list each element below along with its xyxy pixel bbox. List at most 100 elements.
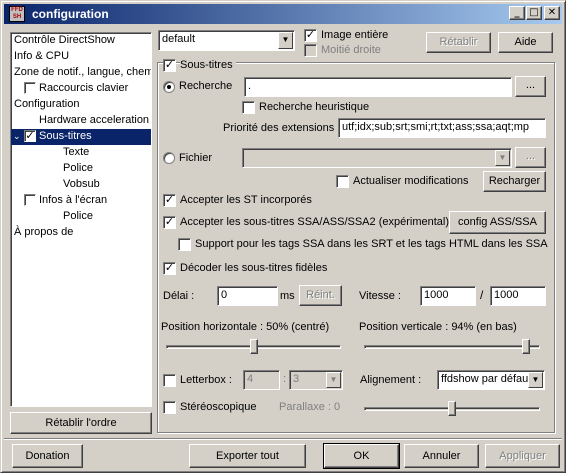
priority-extensions-input[interactable]: utf;idx;sub;srt;smi;rt;txt;ass;ssa;aqt;m… xyxy=(338,118,546,138)
parallaxe-label: Parallaxe : 0 xyxy=(279,401,341,413)
settings-tree[interactable]: Contrôle DirectShow Info & CPU Zone de n… xyxy=(10,32,152,407)
tree-item-texte[interactable]: Texte xyxy=(63,145,89,160)
letterbox-b-combo: 3 ▼ xyxy=(289,370,343,390)
moitie-droite-checkbox xyxy=(304,44,317,57)
decode-faithful-checkbox[interactable]: ✓ xyxy=(163,262,176,275)
support-tags-label: Support pour les tags SSA dans les SRT e… xyxy=(195,238,548,250)
exporter-tout-button[interactable]: Exporter tout xyxy=(189,444,306,468)
stereo-checkbox[interactable] xyxy=(163,401,176,414)
letterbox-a-value: 4 xyxy=(247,373,254,385)
alignement-combo[interactable]: ffdshow par défaut ▼ xyxy=(437,370,545,390)
priority-extensions-value: utf;idx;sub;srt;smi;rt;txt;ass;ssa;aqt;m… xyxy=(342,121,530,133)
alignement-value: ffdshow par défaut xyxy=(441,373,529,385)
accept-embedded-label: Accepter les ST incorporés xyxy=(180,194,312,206)
accept-embedded-checkbox[interactable]: ✓ xyxy=(163,194,176,207)
support-tags-checkbox[interactable] xyxy=(178,238,191,251)
recherche-radio[interactable] xyxy=(163,81,175,93)
recherche-browse-button[interactable]: ... xyxy=(515,76,546,97)
ffdshow-app-icon: FFD SH xyxy=(9,6,25,22)
reinit-button: Réint. xyxy=(299,285,342,306)
config-ssa-button[interactable]: config ASS/SSA xyxy=(449,211,546,234)
sous-titres-enable-checkbox[interactable]: ✓ xyxy=(163,59,176,72)
pos-v-label: Position verticale : 94% (en bas) xyxy=(359,321,517,333)
pos-h-label: Position horizontale : 50% (centré) xyxy=(161,321,330,333)
letterbox-a-input: 4 xyxy=(243,370,280,390)
accept-ssa-label: Accepter les sous-titres SSA/ASS/SSA2 (e… xyxy=(180,216,449,228)
letterbox-b-value: 3 xyxy=(293,373,300,385)
tree-item-vobsub[interactable]: Vobsub xyxy=(63,177,100,192)
recherche-path-input[interactable]: . xyxy=(244,77,512,97)
delai-input[interactable]: 0 xyxy=(217,286,278,306)
window-title: configuration xyxy=(32,7,109,21)
vitesse-denominator-input[interactable]: 1000 xyxy=(490,286,546,306)
close-button[interactable]: ✕ xyxy=(544,6,560,20)
maximize-button[interactable]: □ xyxy=(526,6,542,20)
pos-h-slider-thumb[interactable] xyxy=(249,339,258,354)
tree-item-tray-language[interactable]: Zone de notif., langue, chem xyxy=(14,65,151,80)
tree-item-police-osd[interactable]: Police xyxy=(63,209,93,224)
tree-checkbox-raccourcis[interactable] xyxy=(24,82,36,94)
tree-item-a-propos[interactable]: À propos de xyxy=(14,225,73,240)
pos-v-slider-thumb[interactable] xyxy=(521,339,530,354)
letterbox-separator: : xyxy=(283,373,287,385)
fichier-radio[interactable] xyxy=(163,152,175,164)
retablir-button: Rétablir xyxy=(426,32,491,53)
delai-unit: ms xyxy=(280,290,295,302)
parallaxe-slider-thumb[interactable] xyxy=(448,401,456,416)
preset-value: default xyxy=(162,33,196,45)
tree-item-info-cpu[interactable]: Info & CPU xyxy=(14,49,69,64)
appliquer-button: Appliquer xyxy=(485,444,560,468)
chevron-down-icon: ▼ xyxy=(495,150,510,166)
recherche-label: Recherche xyxy=(179,80,233,92)
delai-label: Délai : xyxy=(163,290,195,302)
tree-item-directshow[interactable]: Contrôle DirectShow xyxy=(14,33,115,48)
tree-checkbox-infos-ecran[interactable] xyxy=(24,194,36,206)
tree-item-configuration[interactable]: Configuration xyxy=(14,97,79,112)
ok-button[interactable]: OK xyxy=(323,443,400,469)
accept-ssa-checkbox[interactable]: ✓ xyxy=(163,216,176,229)
fichier-label: Fichier xyxy=(179,152,213,164)
tree-item-hardware-acceleration[interactable]: Hardware acceleration xyxy=(39,113,149,128)
chevron-down-icon[interactable]: ▼ xyxy=(278,32,293,49)
title-bar[interactable]: FFD SH configuration _ □ ✕ xyxy=(4,4,562,24)
actualiser-checkbox[interactable] xyxy=(336,175,349,188)
chevron-down-icon[interactable]: ▼ xyxy=(528,372,543,388)
fichier-browse-button: ... xyxy=(515,147,546,168)
tree-item-sous-titres-selected[interactable]: ⌄ ✓ Sous-titres xyxy=(11,129,151,145)
image-entiere-checkbox[interactable]: ✓ xyxy=(304,29,317,42)
vitesse-separator: / xyxy=(480,288,484,302)
chevron-down-icon: ▼ xyxy=(326,372,341,388)
collapse-arrow-icon[interactable]: ⌄ xyxy=(13,129,21,144)
tree-item-infos-ecran[interactable]: Infos à l'écran xyxy=(39,193,107,208)
recharger-button[interactable]: Recharger xyxy=(483,171,546,192)
fichier-combo: ▼ xyxy=(242,148,512,168)
vitesse-label: Vitesse : xyxy=(359,290,401,302)
vitesse-numerator-value: 1000 xyxy=(424,289,449,301)
letterbox-label: Letterbox : xyxy=(180,374,232,386)
tree-item-police[interactable]: Police xyxy=(63,161,93,176)
tree-item-sous-titres-label: Sous-titres xyxy=(39,130,92,142)
stereo-label: Stéréoscopique xyxy=(180,401,257,413)
minimize-button[interactable]: _ xyxy=(509,6,525,20)
donation-button[interactable]: Donation xyxy=(12,444,83,468)
annuler-button[interactable]: Annuler xyxy=(404,444,479,468)
reset-order-button[interactable]: Rétablir l'ordre xyxy=(10,412,152,434)
delai-value: 0 xyxy=(221,289,228,301)
vitesse-numerator-input[interactable]: 1000 xyxy=(420,286,476,306)
alignement-label: Alignement : xyxy=(360,374,422,386)
heuristic-search-checkbox[interactable] xyxy=(242,101,255,114)
tree-item-raccourcis[interactable]: Raccourcis clavier xyxy=(39,81,128,96)
preset-combo[interactable]: default ▼ xyxy=(158,30,295,51)
aide-button[interactable]: Aide xyxy=(498,32,553,53)
recherche-path-value: . xyxy=(248,80,252,92)
priority-label: Priorité des extensions xyxy=(223,122,335,134)
heuristic-search-label: Recherche heuristique xyxy=(259,101,370,113)
actualiser-label: Actualiser modifications xyxy=(353,175,469,187)
image-entiere-label: Image entière xyxy=(321,29,389,41)
vitesse-denominator-value: 1000 xyxy=(494,289,519,301)
sous-titres-enable-label: Sous-titres xyxy=(180,59,236,71)
pos-v-slider-track[interactable] xyxy=(364,345,540,349)
tree-checkbox-sous-titres[interactable]: ✓ xyxy=(24,130,36,142)
moitie-droite-label: Moitié droite xyxy=(321,44,381,56)
letterbox-checkbox[interactable] xyxy=(163,374,176,387)
